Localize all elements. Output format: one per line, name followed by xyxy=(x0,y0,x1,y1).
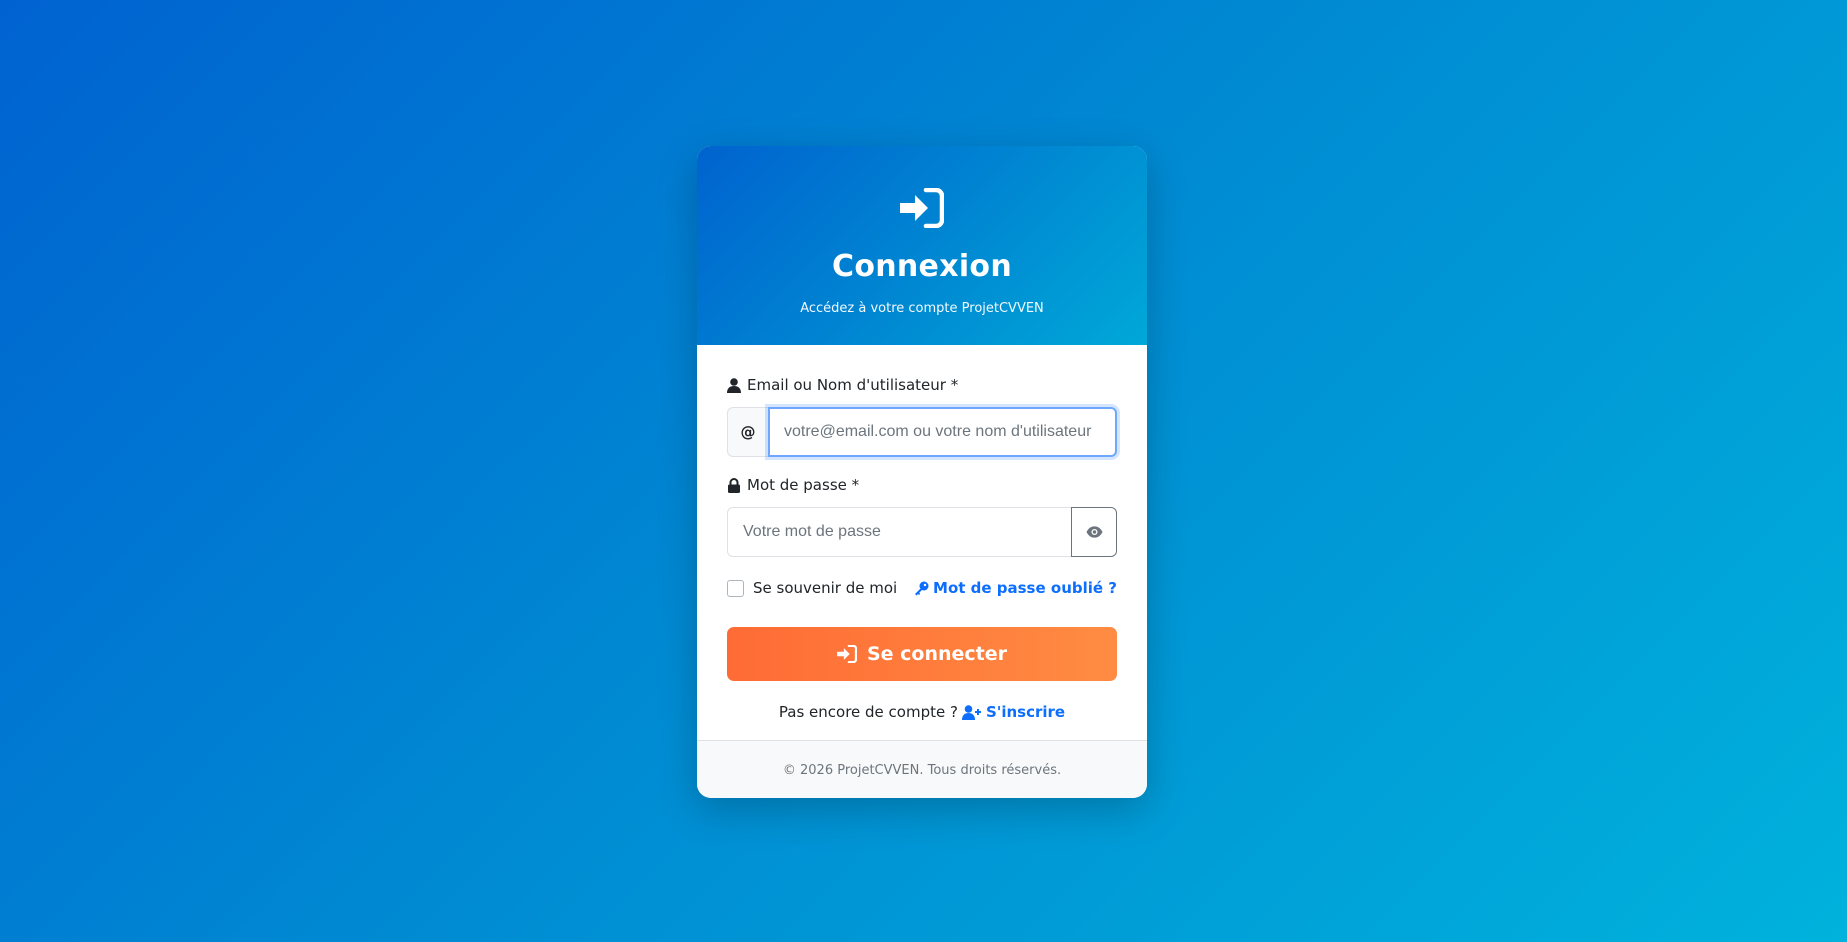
forgot-password-label: Mot de passe oublié ? xyxy=(933,579,1117,597)
password-label-text: Mot de passe * xyxy=(747,476,860,494)
login-input[interactable] xyxy=(768,407,1117,457)
sign-in-icon xyxy=(900,187,945,229)
key-icon xyxy=(915,581,929,595)
login-card: Connexion Accédez à votre compte ProjetC… xyxy=(697,146,1147,798)
signup-prompt-text: Pas encore de compte ? xyxy=(778,703,958,721)
card-footer: © 2026 ProjetCVVEN. Tous droits réservés… xyxy=(697,740,1147,798)
signup-prompt: Pas encore de compte ? S'inscrire xyxy=(727,703,1117,721)
eye-icon xyxy=(1085,526,1103,538)
remember-me[interactable]: Se souvenir de moi xyxy=(727,579,897,597)
toggle-password-button[interactable] xyxy=(1071,507,1117,557)
user-icon xyxy=(727,377,741,393)
password-field-label: Mot de passe * xyxy=(727,475,1117,495)
signup-label: S'inscrire xyxy=(985,703,1066,721)
login-label-text: Email ou Nom d'utilisateur * xyxy=(747,376,959,394)
user-plus-icon xyxy=(961,704,981,720)
page-subtitle: Accédez à votre compte ProjetCVVEN xyxy=(800,301,1044,316)
login-submit-button[interactable]: Se connecter xyxy=(727,627,1117,681)
password-input-group xyxy=(727,507,1117,557)
forgot-password-link[interactable]: Mot de passe oublié ? xyxy=(914,579,1117,597)
login-input-group: @ xyxy=(727,407,1117,457)
login-form: Email ou Nom d'utilisateur * @ Mot de pa… xyxy=(697,345,1147,740)
login-field-label: Email ou Nom d'utilisateur * xyxy=(727,375,1117,395)
password-input[interactable] xyxy=(727,507,1071,557)
signup-link[interactable]: S'inscrire xyxy=(961,703,1066,721)
copyright-text: © 2026 ProjetCVVEN. Tous droits réservés… xyxy=(782,762,1062,778)
card-header: Connexion Accédez à votre compte ProjetC… xyxy=(697,146,1147,345)
submit-label: Se connecter xyxy=(866,643,1008,665)
sign-in-icon xyxy=(837,645,857,663)
at-icon: @ xyxy=(727,407,768,457)
remember-label: Se souvenir de moi xyxy=(753,579,898,597)
remember-checkbox[interactable] xyxy=(727,579,744,597)
lock-icon xyxy=(728,477,740,493)
page-title: Connexion xyxy=(832,249,1012,284)
options-row: Se souvenir de moi Mot de passe oublié ? xyxy=(727,577,1117,599)
